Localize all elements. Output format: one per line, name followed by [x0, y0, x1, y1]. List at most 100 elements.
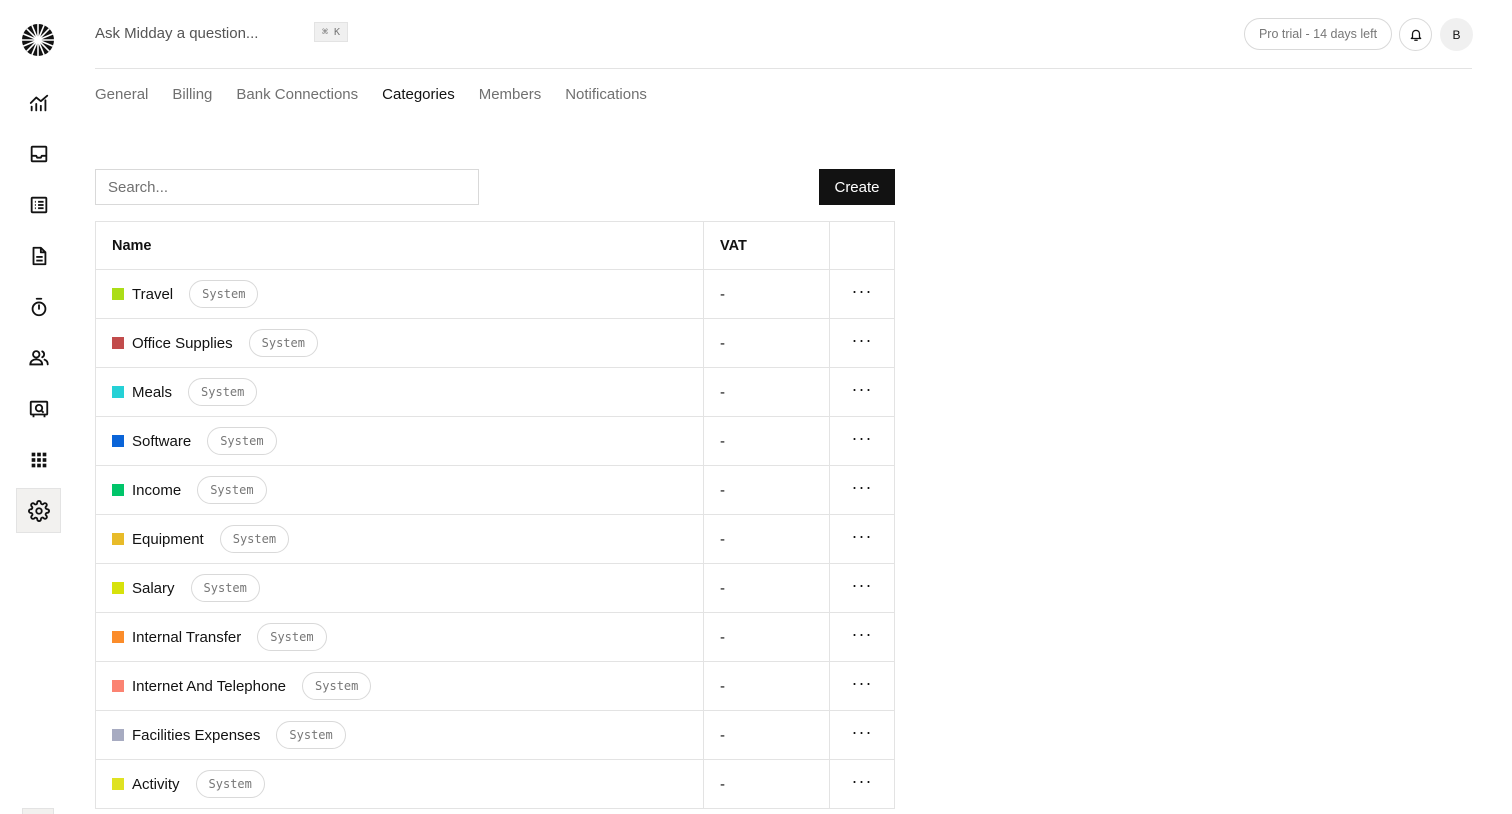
table-row[interactable]: Office Supplies System - ··· — [96, 319, 894, 368]
category-name: Equipment — [132, 530, 204, 548]
tab-general[interactable]: General — [95, 86, 148, 103]
category-name-cell: Internal Transfer System — [96, 613, 704, 661]
more-options-icon[interactable]: ··· — [852, 576, 873, 594]
apps-icon — [31, 452, 46, 467]
category-name-cell: Software System — [96, 417, 704, 465]
vat-value: - — [720, 579, 725, 597]
sidebar — [0, 0, 77, 814]
inbox-icon — [30, 145, 47, 162]
table-row[interactable]: Meals System - ··· — [96, 368, 894, 417]
row-actions-cell: ··· — [830, 368, 894, 416]
system-badge: System — [207, 427, 277, 455]
system-badge: System — [257, 623, 327, 651]
more-options-icon[interactable]: ··· — [852, 674, 873, 692]
category-name-cell: Office Supplies System — [96, 319, 704, 367]
notifications-button[interactable] — [1399, 18, 1432, 51]
more-options-icon[interactable]: ··· — [852, 723, 873, 741]
category-name: Income — [132, 481, 182, 499]
table-row[interactable]: Salary System - ··· — [96, 564, 894, 613]
vat-cell: - — [704, 564, 830, 612]
column-header-name[interactable]: Name — [96, 222, 704, 269]
table-row[interactable]: Internet And Telephone System - ··· — [96, 662, 894, 711]
sidebar-item-invoices[interactable] — [16, 233, 61, 278]
user-avatar[interactable]: B — [1440, 18, 1473, 51]
transactions-icon — [30, 196, 47, 213]
chart-icon — [29, 94, 48, 111]
table-row[interactable]: Activity System - ··· — [96, 760, 894, 809]
vat-cell: - — [704, 711, 830, 759]
vat-cell: - — [704, 270, 830, 318]
vat-value: - — [720, 383, 725, 401]
vat-value: - — [720, 530, 725, 548]
sidebar-item-apps[interactable] — [16, 437, 61, 482]
sidebar-bottom-item[interactable] — [22, 808, 54, 814]
sidebar-item-tracker[interactable] — [16, 284, 61, 329]
more-options-icon[interactable]: ··· — [852, 478, 873, 496]
tab-categories[interactable]: Categories — [382, 86, 455, 103]
vat-cell: - — [704, 368, 830, 416]
tab-billing[interactable]: Billing — [172, 86, 212, 103]
column-header-vat[interactable]: VAT — [704, 222, 830, 269]
system-badge: System — [195, 770, 265, 798]
category-name: Salary — [132, 579, 175, 597]
midday-logo[interactable] — [21, 23, 55, 57]
category-name: Internet And Telephone — [132, 677, 287, 695]
category-name-cell: Facilities Expenses System — [96, 711, 704, 759]
sidebar-item-overview[interactable] — [16, 80, 61, 125]
table-row[interactable]: Facilities Expenses System - ··· — [96, 711, 894, 760]
vat-value: - — [720, 285, 725, 303]
category-color-swatch — [112, 484, 124, 496]
more-options-icon[interactable]: ··· — [852, 429, 873, 447]
row-actions-cell: ··· — [830, 466, 894, 514]
row-actions-cell: ··· — [830, 760, 894, 808]
more-options-icon[interactable]: ··· — [852, 282, 873, 300]
system-badge: System — [248, 329, 318, 357]
tab-bank-connections[interactable]: Bank Connections — [236, 86, 358, 103]
assistant-search-prompt[interactable]: Ask Midday a question... — [95, 25, 258, 42]
vat-cell: - — [704, 417, 830, 465]
categories-table: Name VAT Travel System - ··· Office Supplies… — [95, 221, 895, 809]
tab-members[interactable]: Members — [479, 86, 542, 103]
vat-value: - — [720, 628, 725, 646]
vat-value: - — [720, 432, 725, 450]
table-row[interactable]: Income System - ··· — [96, 466, 894, 515]
table-row[interactable]: Internal Transfer System - ··· — [96, 613, 894, 662]
more-options-icon[interactable]: ··· — [852, 331, 873, 349]
table-row[interactable]: Software System - ··· — [96, 417, 894, 466]
category-color-swatch — [112, 778, 124, 790]
row-actions-cell: ··· — [830, 564, 894, 612]
more-options-icon[interactable]: ··· — [852, 380, 873, 398]
create-category-button[interactable]: Create — [819, 169, 895, 205]
more-options-icon[interactable]: ··· — [852, 527, 873, 545]
category-name-cell: Activity System — [96, 760, 704, 808]
system-badge: System — [188, 378, 258, 406]
tab-notifications[interactable]: Notifications — [565, 86, 647, 103]
trial-badge[interactable]: Pro trial - 14 days left — [1244, 18, 1392, 50]
category-name-cell: Equipment System — [96, 515, 704, 563]
settings-icon — [27, 499, 50, 522]
system-badge: System — [276, 721, 346, 749]
sidebar-item-vault[interactable] — [16, 386, 61, 431]
bell-icon — [1410, 29, 1421, 41]
table-header-row: Name VAT — [96, 222, 894, 270]
sidebar-item-transactions[interactable] — [16, 182, 61, 227]
system-badge: System — [189, 280, 259, 308]
category-name: Office Supplies — [132, 334, 233, 352]
sidebar-item-inbox[interactable] — [16, 131, 61, 176]
category-name-cell: Internet And Telephone System — [96, 662, 704, 710]
vault-icon — [29, 400, 48, 417]
sidebar-item-customers[interactable] — [16, 335, 61, 380]
vat-value: - — [720, 481, 725, 499]
vat-cell: - — [704, 662, 830, 710]
table-row[interactable]: Travel System - ··· — [96, 270, 894, 319]
more-options-icon[interactable]: ··· — [852, 772, 873, 790]
sidebar-item-settings[interactable] — [16, 488, 61, 533]
category-name: Activity — [132, 775, 180, 793]
category-color-swatch — [112, 337, 124, 349]
category-search-input[interactable] — [95, 169, 479, 205]
table-row[interactable]: Equipment System - ··· — [96, 515, 894, 564]
category-color-swatch — [112, 582, 124, 594]
category-name: Facilities Expenses — [132, 726, 261, 744]
more-options-icon[interactable]: ··· — [852, 625, 873, 643]
category-name-cell: Travel System — [96, 270, 704, 318]
